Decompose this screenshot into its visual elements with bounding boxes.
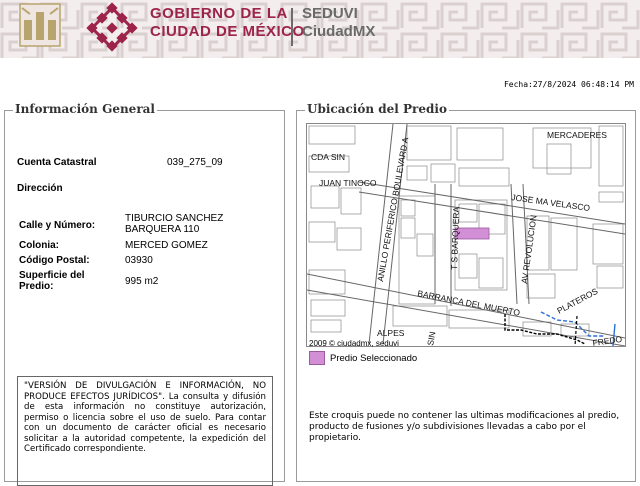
report-date: Fecha:27/8/2024 06:48:14 PM — [503, 80, 634, 89]
cuenta-value: 039_275_09 — [167, 157, 223, 168]
gov-line-2: CIUDAD DE MÉXICO — [150, 23, 305, 40]
calle-label: Calle y Número: — [19, 220, 96, 231]
gov-line-1: GOBIERNO DE LA — [150, 5, 288, 22]
brand-line-2: CiudadMX — [302, 23, 376, 40]
legal-disclaimer: "VERSIÓN DE DIVULGACIÓN E INFORMACIÓN, N… — [17, 376, 273, 486]
street-plateros: PLATEROS — [555, 286, 599, 316]
superficie-label: Superficie del Predio: — [19, 270, 85, 292]
government-name: GOBIERNO DE LA CIUDAD DE MÉXICO — [150, 5, 305, 41]
colonia-value: MERCED GOMEZ — [125, 240, 208, 251]
ubicacion-predio-panel: Ubicación del Predio MERCADERES CDA SIN … — [296, 102, 636, 482]
legend-swatch — [309, 351, 325, 365]
calle-value-line-2: BARQUERA 110 — [125, 224, 200, 235]
street-anillo-periferico: ANILLO PERIFERICO BOULEVARD A — [375, 136, 410, 282]
legend-label: Predio Seleccionado — [330, 352, 418, 364]
location-map[interactable]: MERCADERES CDA SIN JUAN TINOCO ANILLO PE… — [306, 123, 626, 347]
street-ts-barquera: T S BARQUERA — [449, 206, 461, 270]
street-barranca-del-muerto: BARRANCA DEL MUERTO — [417, 288, 522, 318]
street-juan-tinoco: JUAN TINOCO — [319, 178, 377, 188]
superficie-label-line-1: Superficie del — [19, 270, 85, 281]
informacion-general-panel: Información General Cuenta Catastral 039… — [4, 102, 285, 486]
brand-line-1: SEDUVI — [302, 5, 358, 22]
calle-value: TIBURCIO SANCHEZ BARQUERA 110 — [125, 213, 223, 235]
calle-value-line-1: TIBURCIO SANCHEZ — [125, 213, 224, 224]
colonia-label: Colonia: — [19, 240, 59, 251]
superficie-value: 995 m2 — [125, 276, 159, 287]
cdmx-lattice-logo-icon — [86, 2, 138, 52]
cuenta-label: Cuenta Catastral — [17, 157, 97, 168]
street-alpes: ALPES — [377, 328, 405, 338]
street-sin: SIN — [425, 331, 437, 346]
page-header: GOBIERNO DE LA CIUDAD DE MÉXICO SEDUVI C… — [0, 0, 640, 58]
map-copyright: 2009 © ciudadmx, seduvi — [309, 339, 399, 348]
panel-title-informacion: Información General — [13, 102, 157, 116]
header-divider — [291, 8, 293, 46]
cdmx-seal-icon — [19, 3, 61, 47]
street-mercaderes: MERCADERES — [547, 130, 607, 140]
direccion-label: Dirección — [17, 183, 63, 194]
street-cda-sin: CDA SIN — [311, 152, 345, 162]
croquis-note: Este croquis puede no contener las ultim… — [309, 411, 620, 443]
map-legend: Predio Seleccionado — [309, 351, 417, 365]
seduvi-brand: SEDUVI CiudadMX — [302, 5, 375, 41]
superficie-label-line-2: Predio: — [19, 281, 54, 292]
street-jose-ma-velasco: JOSE MA VELASCO — [511, 192, 591, 213]
cp-label: Código Postal: — [19, 255, 90, 266]
map-canvas: MERCADERES CDA SIN JUAN TINOCO ANILLO PE… — [307, 124, 625, 346]
cp-value: 03930 — [125, 255, 153, 266]
panel-title-ubicacion: Ubicación del Predio — [305, 102, 449, 116]
